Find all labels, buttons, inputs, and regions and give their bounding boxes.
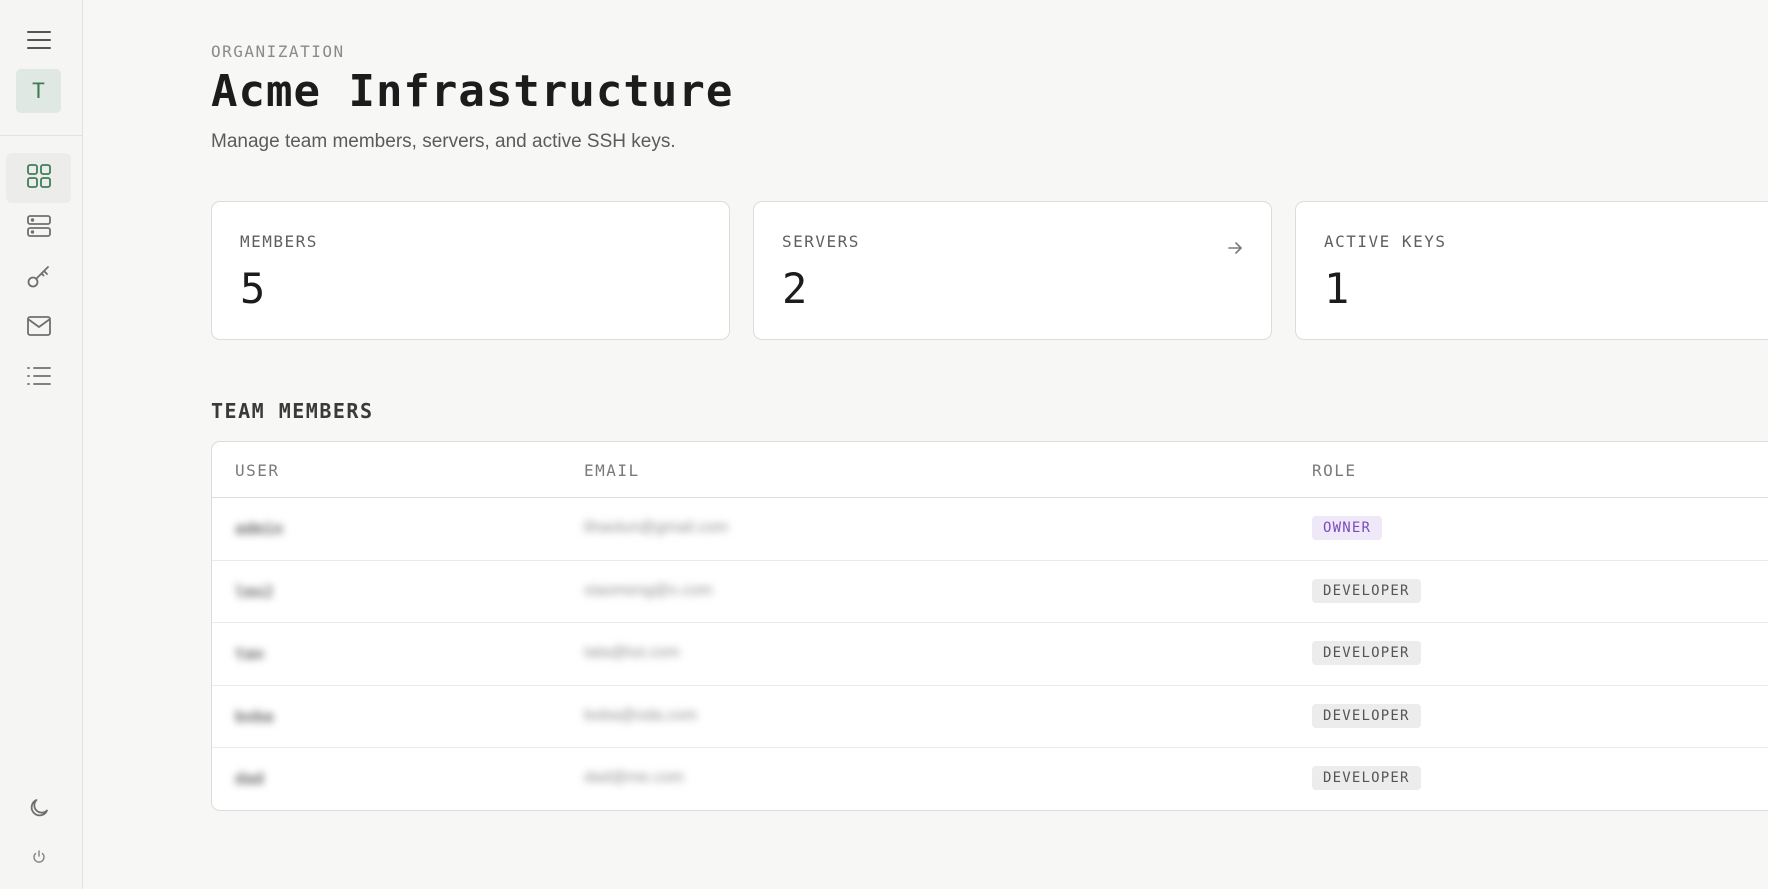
sidebar-item-mail[interactable] <box>6 303 71 353</box>
stat-value: 1 <box>1324 264 1350 313</box>
stat-value: 5 <box>240 264 266 313</box>
role-badge: DEVELOPER <box>1312 578 1421 603</box>
user-cell: boba <box>235 706 274 726</box>
team-members-table: USER EMAIL ROLE admin lihaolun@gmail.com… <box>211 441 1768 811</box>
stat-card-active-keys[interactable]: ACTIVE KEYS 1 <box>1295 201 1768 340</box>
main-content: ORGANIZATION Acme Infrastructure Manage … <box>83 0 1768 889</box>
stat-label: ACTIVE KEYS <box>1324 232 1447 251</box>
table-header: USER EMAIL ROLE <box>212 442 1768 498</box>
page-eyebrow: ORGANIZATION <box>211 42 345 61</box>
column-header-email: EMAIL <box>584 461 640 480</box>
moon-icon <box>28 797 50 824</box>
email-cell: tata@tut.com <box>584 644 680 661</box>
stat-card-members: MEMBERS 5 <box>211 201 730 340</box>
section-title-team-members: TEAM MEMBERS <box>211 399 374 423</box>
sidebar-item-keys[interactable] <box>6 253 71 303</box>
list-icon <box>26 365 52 392</box>
role-badge: DEVELOPER <box>1312 641 1421 665</box>
role-badge: OWNER <box>1312 516 1383 540</box>
table-row[interactable]: dad dad@me.com DEVELOPER <box>212 748 1768 810</box>
stat-card-servers[interactable]: SERVERS 2 <box>753 201 1272 340</box>
table-row[interactable]: boba boba@oda.com DEVELOPER <box>212 686 1768 748</box>
mail-icon <box>26 315 52 342</box>
email-cell: dad@me.com <box>584 769 684 786</box>
table-row[interactable]: tao tata@tut.com DEVELOPER <box>212 623 1768 686</box>
role-badge: DEVELOPER <box>1312 766 1421 790</box>
app-shell: T ORGANIZATION Acme Infrastructure Manag… <box>0 0 1768 889</box>
menu-icon[interactable] <box>6 15 71 65</box>
user-cell: lmx2 <box>235 581 274 601</box>
table-row[interactable]: lmx2 xiaomeng@x.com DEVELOPER <box>212 561 1768 623</box>
page-title: Acme Infrastructure <box>211 66 734 117</box>
power-icon <box>31 849 47 870</box>
org-avatar[interactable]: T <box>16 69 61 113</box>
sidebar: T <box>0 0 83 889</box>
sidebar-divider <box>0 135 82 136</box>
table-row[interactable]: admin lihaolun@gmail.com OWNER <box>212 498 1768 561</box>
sidebar-item-logs[interactable] <box>6 353 71 403</box>
page-subtitle: Manage team members, servers, and active… <box>211 131 676 152</box>
stat-label: SERVERS <box>782 232 860 251</box>
user-cell: dad <box>235 769 264 788</box>
theme-toggle-button[interactable] <box>6 785 71 835</box>
email-cell: boba@oda.com <box>584 706 698 724</box>
dashboard-icon <box>26 163 52 194</box>
arrow-right-icon <box>1226 239 1244 257</box>
column-header-role: ROLE <box>1312 461 1357 480</box>
user-cell: tao <box>235 644 264 663</box>
email-cell: xiaomeng@x.com <box>584 581 713 599</box>
key-icon <box>26 263 52 294</box>
column-header-user: USER <box>235 461 280 480</box>
email-cell: lihaolun@gmail.com <box>584 519 729 536</box>
logout-button[interactable] <box>6 834 71 884</box>
role-badge: DEVELOPER <box>1312 703 1421 728</box>
sidebar-item-servers[interactable] <box>6 203 71 253</box>
user-cell: admin <box>235 519 284 538</box>
sidebar-item-dashboard[interactable] <box>6 153 71 203</box>
server-icon <box>26 214 52 243</box>
stat-label: MEMBERS <box>240 232 318 251</box>
stat-value: 2 <box>782 264 808 313</box>
